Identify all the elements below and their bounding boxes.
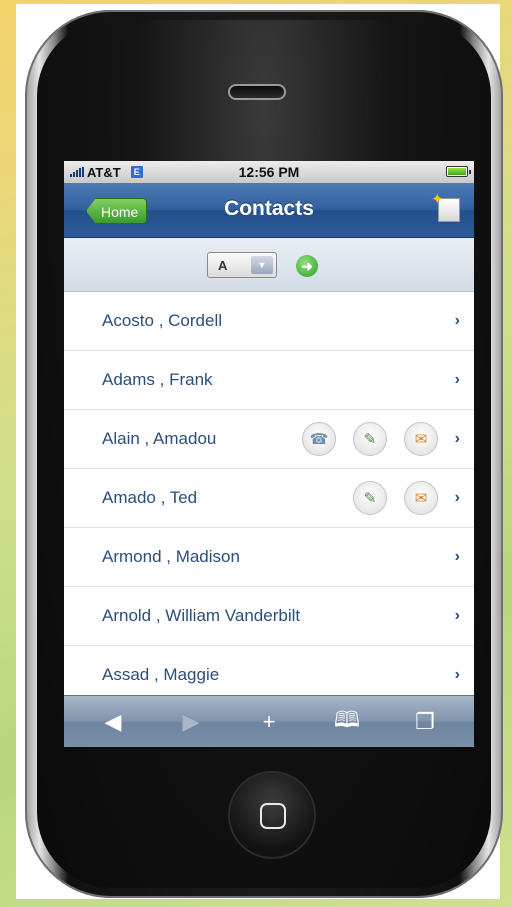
chevron-right-icon: › xyxy=(454,548,460,565)
add-icon[interactable]: + xyxy=(249,709,289,735)
home-button[interactable] xyxy=(228,771,316,859)
chevron-right-icon: › xyxy=(454,666,460,683)
list-item[interactable]: Adams , Frank › xyxy=(64,351,474,410)
sms-icon[interactable]: ✎ xyxy=(353,481,387,515)
home-square-icon xyxy=(260,803,286,829)
letter-select[interactable]: A ▼ xyxy=(207,252,277,278)
go-arrow-icon[interactable]: ➜ xyxy=(296,255,318,277)
list-item[interactable]: Armond , Madison › xyxy=(64,528,474,587)
contact-list: Acosto , Cordell › Adams , Frank › Alain… xyxy=(64,292,474,705)
contact-name: Arnold , William Vanderbilt xyxy=(102,606,301,625)
selected-letter: A xyxy=(218,257,228,273)
chevron-right-icon: › xyxy=(454,430,460,447)
contact-name: Adams , Frank xyxy=(102,370,213,389)
chevron-right-icon: › xyxy=(454,607,460,624)
chevron-down-icon: ▼ xyxy=(251,256,273,274)
speaker-grille xyxy=(228,84,286,100)
list-item[interactable]: Acosto , Cordell › xyxy=(64,292,474,351)
bookmarks-icon[interactable]: 🕮 xyxy=(327,703,367,741)
phone-icon[interactable]: ☎ xyxy=(302,422,336,456)
status-bar: AT&T E 12:56 PM xyxy=(64,161,474,183)
contact-actions: ✎ ✉ xyxy=(353,481,438,515)
list-item[interactable]: Alain , Amadou ☎ ✎ ✉ › xyxy=(64,410,474,469)
letter-filter-bar: A ▼ ➜ xyxy=(64,238,474,292)
contact-name: Armond , Madison xyxy=(102,547,240,566)
back-icon[interactable]: ◀ xyxy=(93,709,133,735)
phone-screen: AT&T E 12:56 PM Home Contacts A ▼ ➜ Acos… xyxy=(64,161,474,747)
contact-actions: ☎ ✎ ✉ xyxy=(302,422,438,456)
battery-icon xyxy=(446,166,471,177)
page-title: Contacts xyxy=(224,197,314,220)
browser-toolbar: ◀ ▶ + 🕮 ❐ xyxy=(64,695,474,747)
contact-name: Assad , Maggie xyxy=(102,665,220,684)
chevron-right-icon: › xyxy=(454,312,460,329)
email-icon[interactable]: ✉ xyxy=(404,481,438,515)
list-item[interactable]: Arnold , William Vanderbilt › xyxy=(64,587,474,646)
forward-icon: ▶ xyxy=(182,708,200,734)
pages-icon[interactable]: ❐ xyxy=(405,709,445,735)
contact-name: Alain , Amadou xyxy=(102,429,217,448)
contact-name: Amado , Ted xyxy=(102,488,198,507)
contact-name: Acosto , Cordell xyxy=(102,311,222,330)
email-icon[interactable]: ✉ xyxy=(404,422,438,456)
chevron-right-icon: › xyxy=(454,489,460,506)
sms-icon[interactable]: ✎ xyxy=(353,422,387,456)
clock: 12:56 PM xyxy=(238,164,300,180)
nav-bar: Home Contacts xyxy=(64,183,474,238)
list-item[interactable]: Amado , Ted ✎ ✉ › xyxy=(64,469,474,528)
new-contact-icon[interactable] xyxy=(431,190,460,222)
chevron-right-icon: › xyxy=(454,371,460,388)
